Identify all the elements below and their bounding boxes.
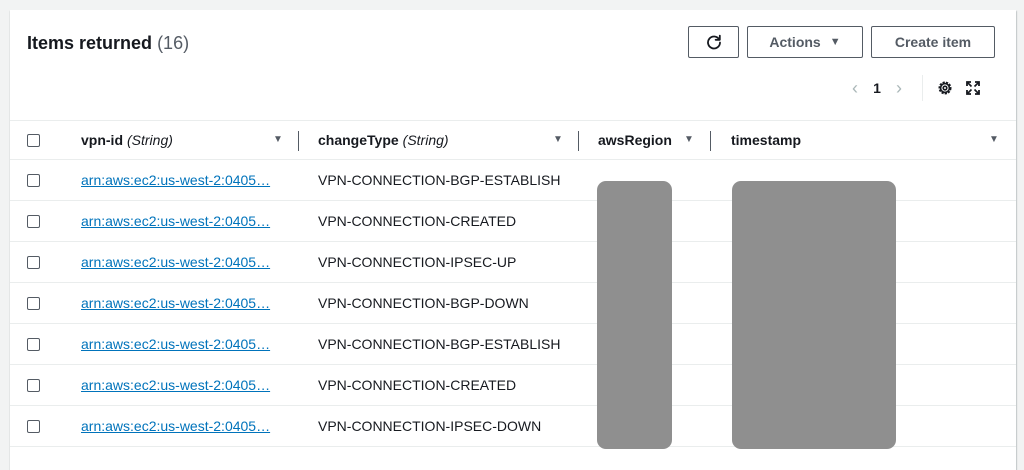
refresh-icon <box>706 34 721 50</box>
vpn-id-cell: arn:aws:ec2:us-west-2:0405… <box>81 283 270 323</box>
column-header-aws-region[interactable]: awsRegion <box>598 121 672 159</box>
column-type: (String) <box>127 132 173 148</box>
actions-dropdown-button[interactable]: Actions ▼ <box>747 26 863 58</box>
column-header-change-type[interactable]: changeType (String) <box>318 121 449 159</box>
actions-label: Actions <box>769 34 821 50</box>
change-type-cell: VPN-CONNECTION-CREATED <box>318 377 517 393</box>
items-table: vpn-id (String) ▼ changeType (String) ▼ aw… <box>10 120 1016 449</box>
pager-divider <box>922 75 923 101</box>
page-title: Items returned (16) <box>27 33 189 54</box>
results-panel: Items returned (16) Actions ▼ Create ite… <box>10 10 1016 470</box>
vpn-id-link[interactable]: arn:aws:ec2:us-west-2:0405… <box>81 336 270 352</box>
row-checkbox[interactable] <box>27 297 40 310</box>
panel-header: Items returned (16) Actions ▼ Create ite… <box>10 10 1016 120</box>
title-text: Items returned <box>27 33 153 53</box>
column-resizer[interactable] <box>710 131 711 151</box>
timestamp-redaction <box>732 181 896 449</box>
row-checkbox[interactable] <box>27 215 40 228</box>
expand-icon <box>966 81 980 95</box>
next-page-icon[interactable]: › <box>888 78 910 99</box>
row-checkbox[interactable] <box>27 256 40 269</box>
pagination: ‹ 1 › <box>844 75 989 101</box>
column-resizer[interactable] <box>298 131 299 151</box>
table-header: vpn-id (String) ▼ changeType (String) ▼ aw… <box>10 120 1016 160</box>
vpn-id-cell: arn:aws:ec2:us-west-2:0405… <box>81 242 270 282</box>
column-resizer[interactable] <box>578 131 579 151</box>
change-type-cell: VPN-CONNECTION-BGP-DOWN <box>318 295 529 311</box>
row-checkbox[interactable] <box>27 379 40 392</box>
settings-button[interactable] <box>933 76 957 100</box>
aws-region-redaction <box>597 181 672 449</box>
vpn-id-link[interactable]: arn:aws:ec2:us-west-2:0405… <box>81 172 270 188</box>
column-header-timestamp[interactable]: timestamp <box>731 121 801 159</box>
change-type-cell: VPN-CONNECTION-CREATED <box>318 213 517 229</box>
create-item-button[interactable]: Create item <box>871 26 995 58</box>
vpn-id-cell: arn:aws:ec2:us-west-2:0405… <box>81 406 270 446</box>
vpn-id-cell: arn:aws:ec2:us-west-2:0405… <box>81 365 270 405</box>
vpn-id-link[interactable]: arn:aws:ec2:us-west-2:0405… <box>81 377 270 393</box>
select-all-checkbox[interactable] <box>27 134 40 147</box>
row-checkbox[interactable] <box>27 174 40 187</box>
column-type: (String) <box>402 132 449 148</box>
sort-caret-icon[interactable]: ▼ <box>684 134 694 145</box>
row-checkbox[interactable] <box>27 420 40 433</box>
column-header-vpn-id[interactable]: vpn-id (String) <box>81 121 173 159</box>
change-type-cell: VPN-CONNECTION-IPSEC-DOWN <box>318 418 542 434</box>
sort-caret-icon[interactable]: ▼ <box>989 134 999 145</box>
sort-caret-icon[interactable]: ▼ <box>273 134 283 145</box>
change-type-cell: VPN-CONNECTION-BGP-ESTABLISH <box>318 172 561 188</box>
page-number-1[interactable]: 1 <box>866 80 888 96</box>
refresh-button[interactable] <box>688 26 739 58</box>
vpn-id-link[interactable]: arn:aws:ec2:us-west-2:0405… <box>81 418 270 434</box>
fullscreen-button[interactable] <box>961 76 985 100</box>
change-type-cell: VPN-CONNECTION-BGP-ESTABLISH <box>318 336 561 352</box>
vpn-id-link[interactable]: arn:aws:ec2:us-west-2:0405… <box>81 213 270 229</box>
vpn-id-link[interactable]: arn:aws:ec2:us-west-2:0405… <box>81 295 270 311</box>
item-count: (16) <box>157 33 190 53</box>
gear-icon <box>938 81 952 95</box>
column-name: changeType <box>318 132 399 148</box>
row-checkbox[interactable] <box>27 338 40 351</box>
column-name: timestamp <box>731 132 802 148</box>
column-name: vpn-id <box>81 132 123 148</box>
vpn-id-cell: arn:aws:ec2:us-west-2:0405… <box>81 201 270 241</box>
create-item-label: Create item <box>894 34 972 50</box>
vpn-id-link[interactable]: arn:aws:ec2:us-west-2:0405… <box>81 254 270 270</box>
caret-down-icon: ▼ <box>829 36 841 48</box>
change-type-cell: VPN-CONNECTION-IPSEC-UP <box>318 254 517 270</box>
vpn-id-cell: arn:aws:ec2:us-west-2:0405… <box>81 324 270 364</box>
vpn-id-cell: arn:aws:ec2:us-west-2:0405… <box>81 160 270 200</box>
sort-caret-icon[interactable]: ▼ <box>553 134 563 145</box>
column-name: awsRegion <box>598 132 672 148</box>
previous-page-icon[interactable]: ‹ <box>844 78 866 99</box>
